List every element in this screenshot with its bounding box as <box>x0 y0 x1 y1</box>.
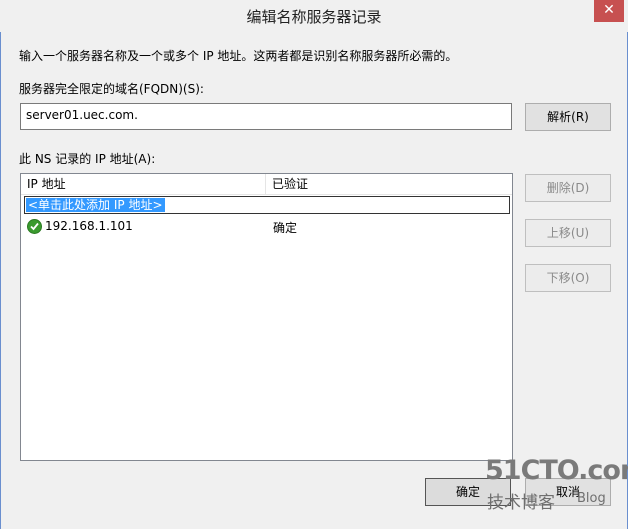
ip-address-list[interactable]: IP 地址 已验证 <单击此处添加 IP 地址> 192.168.1.101 确… <box>20 173 513 461</box>
description-text: 输入一个服务器名称及一个或多个 IP 地址。这两者都是识别名称服务器所必需的。 <box>19 49 458 63</box>
close-icon: ✕ <box>603 2 615 18</box>
ip-address-cell: 192.168.1.101 <box>45 219 133 233</box>
fqdn-value: server01.uec.com. <box>26 108 138 122</box>
move-up-button[interactable]: 上移(U) <box>525 219 611 247</box>
dialog-body: 输入一个服务器名称及一个或多个 IP 地址。这两者都是识别名称服务器所必需的。 … <box>0 32 628 529</box>
verified-cell: 确定 <box>273 221 298 235</box>
fqdn-label: 服务器完全限定的域名(FQDN)(S): <box>19 82 204 96</box>
delete-button[interactable]: 删除(D) <box>525 174 611 202</box>
cancel-button[interactable]: 取消 <box>525 478 611 506</box>
add-ip-placeholder: <单击此处添加 IP 地址> <box>26 198 165 212</box>
column-header-verified[interactable]: 已验证 <box>266 174 512 194</box>
close-button[interactable]: ✕ <box>594 0 624 22</box>
window-title: 编辑名称服务器记录 <box>246 8 382 26</box>
move-down-button[interactable]: 下移(O) <box>525 264 611 292</box>
fqdn-input[interactable]: server01.uec.com. <box>20 103 512 130</box>
check-circle-icon <box>27 219 42 234</box>
column-header-ip[interactable]: IP 地址 <box>21 174 266 194</box>
title-bar: 编辑名称服务器记录 ✕ <box>0 0 628 33</box>
list-header: IP 地址 已验证 <box>21 174 512 195</box>
ip-list-label: 此 NS 记录的 IP 地址(A): <box>19 152 156 166</box>
ok-button[interactable]: 确定 <box>425 478 511 506</box>
resolve-button[interactable]: 解析(R) <box>525 103 611 131</box>
list-item[interactable]: 192.168.1.101 确定 <box>24 218 510 236</box>
add-ip-row[interactable]: <单击此处添加 IP 地址> <box>24 196 510 214</box>
